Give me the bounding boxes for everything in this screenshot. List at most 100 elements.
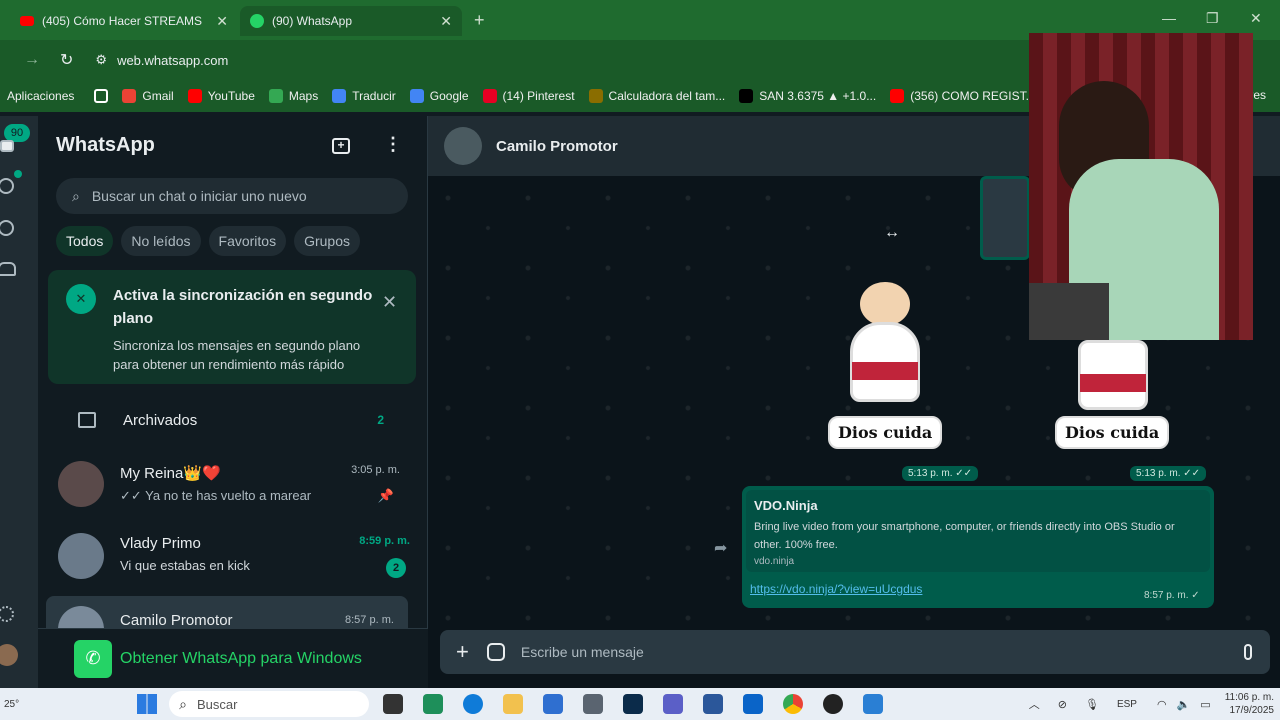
filter-grupos[interactable]: Grupos	[294, 226, 361, 256]
bookmark-item[interactable]: Calculadora del tam...	[588, 89, 725, 103]
photoshop-icon[interactable]	[623, 694, 644, 714]
clock-time: 11:06 p. m.	[1224, 692, 1274, 703]
sticker-icon[interactable]	[486, 643, 505, 661]
tab-whatsapp[interactable]: (90) WhatsApp ✕	[240, 6, 462, 36]
maps-icon	[268, 89, 283, 103]
new-tab-icon[interactable]: +	[474, 10, 485, 31]
resize-cursor-icon: ↔	[884, 224, 900, 241]
media-thumbnail[interactable]	[980, 176, 1030, 260]
archived-label: Archivados	[123, 411, 198, 429]
filter-favoritos[interactable]: Favoritos	[208, 226, 287, 256]
taskbar-search[interactable]: ⌕ Buscar	[169, 691, 370, 717]
mic-tray-icon[interactable]: 🎙	[1085, 698, 1099, 711]
bookmark-item[interactable]: (356) COMO REGIST...	[890, 89, 1036, 103]
close-window-icon[interactable]: ✕	[1250, 10, 1262, 27]
word-icon[interactable]	[703, 694, 724, 714]
chat-row-selected[interactable]: Camilo Promotor 8:57 p. m.	[46, 596, 408, 628]
banner-close-icon[interactable]: ✕	[382, 292, 397, 313]
bookmark-item[interactable]: Traducir	[332, 89, 396, 103]
tab-youtube[interactable]: (405) Cómo Hacer STREAMS en ✕	[10, 6, 238, 36]
edge-icon[interactable]	[463, 694, 484, 714]
whatsapp-icon	[250, 14, 264, 28]
search-input[interactable]: Buscar un chat o iniciar uno nuevo	[92, 188, 307, 204]
store-icon[interactable]	[543, 694, 564, 714]
bookmark-label: Traducir	[352, 89, 396, 103]
contact-name[interactable]: Camilo Promotor	[496, 138, 618, 155]
bookmark-item[interactable]: YouTube	[187, 89, 255, 103]
app-icon[interactable]	[863, 694, 884, 714]
reload-icon[interactable]: ↻	[60, 50, 73, 70]
chats-icon[interactable]	[0, 140, 14, 152]
forward-icon[interactable]: →	[24, 51, 40, 69]
bookmark-item[interactable]: SAN 3.6375 ▲ +1.0...	[739, 89, 876, 103]
close-tab-icon[interactable]: ✕	[440, 13, 452, 30]
calculator-icon[interactable]	[583, 694, 604, 714]
chat-time: 8:57 p. m.	[345, 614, 394, 626]
search-box[interactable]: ⌕ Buscar un chat o iniciar uno nuevo	[56, 178, 408, 214]
channels-icon[interactable]	[0, 220, 14, 236]
avatar	[58, 606, 104, 628]
filter-no-leidos[interactable]: No leídos	[121, 226, 201, 256]
filter-todos[interactable]: Todos	[56, 226, 114, 256]
link-message-bubble[interactable]: VDO.Ninja Bring live video from your sma…	[742, 486, 1214, 608]
wifi-icon[interactable]: ◠	[1157, 698, 1167, 711]
sticker-caption: Dios cuida	[828, 416, 943, 449]
network-icon[interactable]: ⊘	[1058, 698, 1067, 711]
bookmark-item[interactable]: Gmail	[122, 89, 174, 103]
battery-icon[interactable]: ▭	[1200, 698, 1210, 711]
forward-icon[interactable]: ➦	[714, 538, 727, 558]
chat-time: 8:59 p. m.	[359, 534, 410, 547]
weather-widget[interactable]: 25°	[4, 699, 19, 710]
start-icon[interactable]	[137, 694, 158, 714]
sticker-image[interactable]	[1058, 340, 1168, 412]
language-indicator[interactable]: ESP	[1117, 699, 1137, 710]
bookmark-item[interactable]: Google	[409, 89, 469, 103]
profile-avatar[interactable]	[0, 644, 18, 666]
archived-row[interactable]: Archivados 2	[38, 396, 428, 444]
bookmark-label: Aplicaciones	[7, 89, 75, 103]
taskbar-search-label: Buscar	[196, 696, 238, 712]
task-view-icon[interactable]	[383, 694, 404, 714]
sticker-image[interactable]	[830, 278, 940, 408]
get-app-bar[interactable]: ✆ Obtener WhatsApp para Windows	[38, 628, 428, 688]
settings-icon[interactable]	[0, 606, 14, 622]
avatar	[58, 533, 104, 579]
contact-avatar[interactable]	[444, 127, 482, 165]
site-settings-icon[interactable]: ⚙	[95, 52, 107, 68]
tray-chevron-icon[interactable]: ︿	[1029, 696, 1040, 712]
minimize-icon[interactable]: —	[1162, 10, 1176, 26]
chrome-icon[interactable]	[783, 694, 804, 714]
bookmark-item[interactable]: Aplicaciones	[7, 89, 109, 103]
archive-icon	[78, 412, 96, 428]
menu-kebab-icon[interactable]: ⋮	[384, 134, 402, 155]
bookmark-item[interactable]: Maps	[268, 89, 318, 103]
status-dot	[14, 170, 22, 178]
chat-row[interactable]: Vlady Primo 8:59 p. m. Vi que estabas en…	[38, 520, 428, 592]
microphone-icon[interactable]	[1244, 644, 1252, 660]
volume-icon[interactable]: 🔈	[1177, 698, 1191, 711]
teams-icon[interactable]	[663, 694, 684, 714]
link-preview-card[interactable]: VDO.Ninja Bring live video from your sma…	[746, 490, 1210, 572]
close-tab-icon[interactable]: ✕	[216, 13, 228, 30]
get-app-link[interactable]: Obtener WhatsApp para Windows	[120, 650, 362, 668]
archived-count: 2	[377, 413, 384, 427]
outlook-icon[interactable]	[743, 694, 764, 714]
communities-icon[interactable]	[0, 262, 16, 276]
bookmark-item[interactable]: (14) Pinterest	[482, 89, 575, 103]
status-icon[interactable]	[0, 178, 14, 194]
unread-count-badge: 2	[386, 557, 406, 578]
new-chat-icon[interactable]: +	[332, 138, 350, 154]
address-bar[interactable]: web.whatsapp.com	[117, 53, 228, 68]
chat-row[interactable]: My Reina👑❤️ 3:05 p. m. ✓✓ Ya no te has v…	[38, 448, 428, 520]
link-url[interactable]: https://vdo.ninja/?view=uUcgdus	[750, 582, 922, 596]
restore-icon[interactable]: ❐	[1206, 10, 1219, 27]
sync-off-icon: ✕	[66, 284, 96, 314]
clock[interactable]: 11:06 p. m. 17/9/2025	[1225, 691, 1274, 717]
bookmark-label: SAN 3.6375 ▲ +1.0...	[759, 89, 877, 103]
app-icon[interactable]	[423, 694, 444, 714]
message-input[interactable]: Escribe un mensaje	[521, 644, 644, 660]
file-explorer-icon[interactable]	[503, 694, 524, 714]
obs-icon[interactable]	[823, 694, 844, 714]
bookmark-label: Gmail	[142, 89, 174, 103]
attach-plus-icon[interactable]: +	[456, 639, 469, 665]
